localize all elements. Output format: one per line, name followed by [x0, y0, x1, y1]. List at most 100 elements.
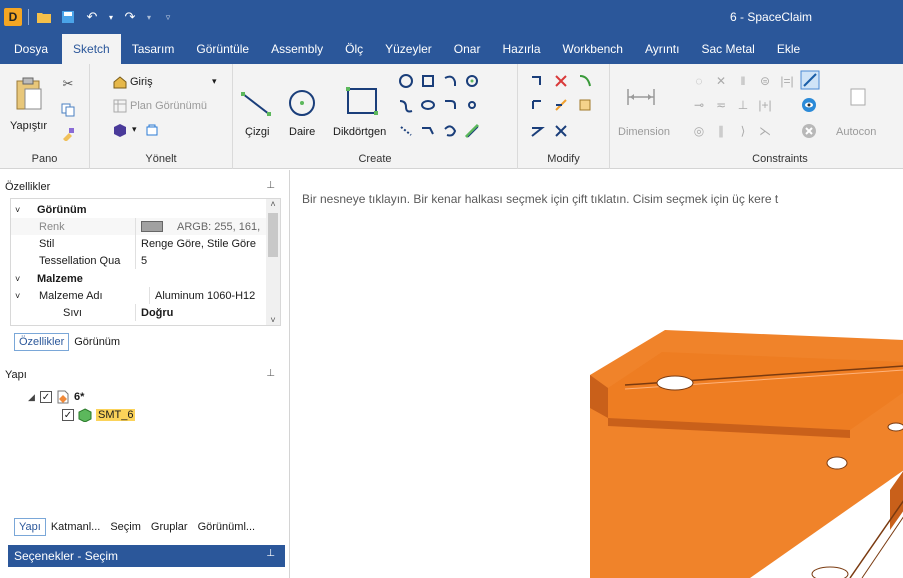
trim-away-icon[interactable] — [528, 72, 546, 90]
tab-sketch[interactable]: Sketch — [62, 34, 121, 64]
tab-sac-metal[interactable]: Sac Metal — [690, 34, 765, 64]
tab-goruntule[interactable]: Görüntüle — [185, 34, 260, 64]
property-row-malzeme-adi[interactable]: ˅ Malzeme Adı Aluminum 1060-H12 — [11, 287, 266, 304]
bend-curve-icon[interactable] — [528, 122, 546, 140]
perpendicular-icon[interactable]: ⊥ — [734, 96, 752, 114]
line-tool-label[interactable]: Çizgi — [245, 126, 269, 138]
coincident-icon[interactable]: ◌ — [690, 72, 708, 90]
corner-tool-icon[interactable] — [528, 96, 546, 114]
open-folder-icon[interactable] — [35, 8, 53, 26]
scale-curve-icon[interactable] — [576, 96, 594, 114]
dimension-button-label[interactable]: Dimension — [618, 126, 670, 138]
options-selection-bar[interactable]: Seçenekler - Seçim ⊥ — [8, 545, 285, 567]
collapse-icon[interactable]: ˅ — [11, 274, 25, 284]
tab-gorunumler[interactable]: Görünüml... — [193, 518, 260, 536]
tab-onar[interactable]: Onar — [443, 34, 492, 64]
three-point-circle-icon[interactable] — [419, 96, 437, 114]
construction-line-icon[interactable] — [419, 122, 437, 140]
dotted-line-icon[interactable] — [397, 122, 415, 140]
autoconstrain-icon[interactable] — [848, 86, 870, 108]
tab-ozellikler[interactable]: Özellikler — [14, 333, 70, 351]
tab-hazirla[interactable]: Hazırla — [491, 34, 551, 64]
ratio-icon[interactable]: ⋋ — [756, 122, 774, 140]
rectangle-tool-label[interactable]: Dikdörtgen — [333, 126, 386, 138]
property-category-malzeme[interactable]: ˅ Malzeme — [11, 270, 266, 287]
property-value[interactable]: 5 — [135, 252, 266, 269]
concentric-icon[interactable]: ◎ — [690, 122, 708, 140]
delete-constraints-icon[interactable] — [800, 122, 818, 140]
customize-toolbar-icon[interactable]: ▿ — [159, 8, 177, 26]
horizontal-icon[interactable]: ⊸ — [690, 96, 708, 114]
circle-tool-icon[interactable] — [285, 86, 319, 120]
fix-icon[interactable]: ✕ — [712, 72, 730, 90]
property-row-sivi[interactable]: Sıvı Doğru — [11, 304, 266, 321]
undo-icon[interactable]: ↶ — [83, 8, 101, 26]
collapse-icon[interactable]: ˅ — [11, 205, 25, 215]
line-tool-icon[interactable] — [239, 86, 273, 120]
property-row-tessellation[interactable]: Tessellation Qua 5 — [11, 252, 266, 269]
tree-node-root[interactable]: ◢ ✓ 6* — [28, 388, 135, 406]
tab-workbench[interactable]: Workbench — [552, 34, 634, 64]
cut-icon[interactable]: ✂ — [60, 76, 76, 92]
view-cube-icon[interactable] — [112, 122, 128, 138]
checkbox-checked-icon[interactable]: ✓ — [40, 391, 52, 403]
tab-gorunum[interactable]: Görünüm — [69, 333, 125, 351]
point-tool-icon[interactable] — [463, 96, 481, 114]
plan-view-button-label[interactable]: Plan Görünümü — [130, 100, 207, 112]
angle-icon[interactable]: ⟩ — [734, 122, 752, 140]
extend-curve-icon[interactable] — [552, 96, 570, 114]
design-canvas[interactable]: Bir nesneye tıklayın. Bir kenar halkası … — [289, 170, 903, 578]
rectangle-tool-icon[interactable] — [341, 82, 381, 120]
properties-scrollbar[interactable]: ˄ ˅ — [266, 199, 280, 325]
redo-icon[interactable]: ↷ — [121, 8, 139, 26]
tab-yuzeyler[interactable]: Yüzeyler — [374, 34, 443, 64]
tangent-constraint-icon[interactable] — [800, 70, 820, 90]
home-icon[interactable] — [112, 74, 128, 90]
tab-dosya[interactable]: Dosya — [0, 34, 62, 64]
property-value[interactable]: Renge Göre, Stile Göre — [135, 235, 266, 252]
scroll-up-icon[interactable]: ˄ — [266, 199, 280, 209]
face-curve-icon[interactable] — [463, 122, 481, 140]
pin-icon[interactable]: ⊥ — [266, 368, 275, 379]
dimension-icon[interactable] — [626, 86, 656, 108]
tab-ayrinti[interactable]: Ayrıntı — [634, 34, 690, 64]
autoconstrain-label[interactable]: Autocon — [836, 126, 876, 138]
arc-tool-icon[interactable] — [441, 72, 459, 90]
spline-tool-icon[interactable] — [397, 96, 415, 114]
tree-node-child[interactable]: ✓ SMT_6 — [28, 406, 136, 424]
collinear-icon[interactable]: ∥ — [712, 122, 730, 140]
paste-icon[interactable] — [14, 76, 44, 112]
scroll-down-icon[interactable]: ˅ — [266, 315, 280, 325]
sweep-arc-icon[interactable] — [463, 72, 481, 90]
offset-curve-icon[interactable] — [576, 72, 594, 90]
paste-button-label[interactable]: Yapıştır — [10, 120, 47, 132]
circle-tool-label[interactable]: Daire — [289, 126, 315, 138]
tab-gruplar[interactable]: Gruplar — [146, 518, 193, 536]
property-value[interactable]: ARGB: 255, 161, — [135, 218, 266, 235]
checkbox-checked-icon[interactable]: ✓ — [62, 409, 74, 421]
tab-yapi[interactable]: Yapı — [14, 518, 46, 536]
scroll-thumb[interactable] — [268, 213, 278, 257]
view-cube-dropdown-icon[interactable]: ▾ — [132, 124, 137, 135]
show-constraints-icon[interactable] — [800, 96, 818, 114]
ellipse-tool-icon[interactable] — [397, 72, 415, 90]
parallel-icon[interactable]: ‖ — [734, 72, 752, 90]
color-swatch[interactable] — [141, 221, 163, 232]
plan-view-icon[interactable] — [112, 98, 128, 114]
format-painter-icon[interactable] — [60, 126, 76, 142]
save-icon[interactable] — [59, 8, 77, 26]
sweep-tool-icon[interactable] — [441, 122, 459, 140]
home-button-label[interactable]: Giriş — [130, 76, 153, 88]
tab-ekle[interactable]: Ekle — [766, 34, 811, 64]
tab-tasarim[interactable]: Tasarım — [121, 34, 186, 64]
tab-secim[interactable]: Seçim — [105, 518, 146, 536]
split-curve-icon[interactable] — [552, 72, 570, 90]
property-value[interactable]: Aluminum 1060-H12 — [149, 287, 266, 304]
property-row-renk[interactable]: Renk ARGB: 255, 161, — [11, 218, 266, 235]
pin-icon[interactable]: ⊥ — [266, 180, 275, 191]
delete-curve-icon[interactable] — [552, 122, 570, 140]
property-row-stil[interactable]: Stil Renge Göre, Stile Göre — [11, 235, 266, 252]
copy-icon[interactable] — [60, 102, 76, 118]
app-logo-icon[interactable]: D — [4, 8, 22, 26]
pin-icon[interactable]: ⊥ — [266, 548, 275, 559]
